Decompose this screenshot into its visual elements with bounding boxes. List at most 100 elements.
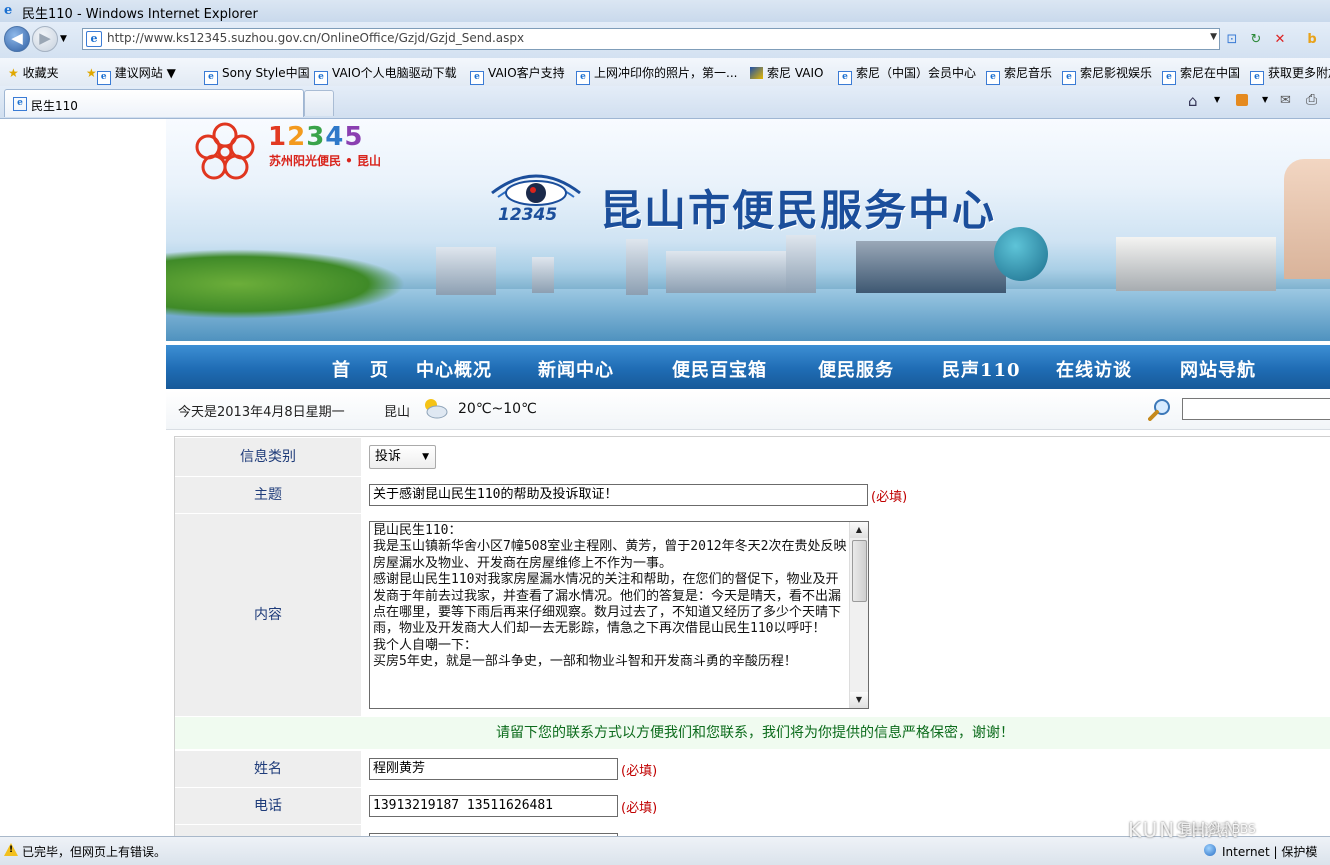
ie-page-icon: e	[13, 97, 27, 111]
read-mail-icon[interactable]: ✉	[1280, 93, 1291, 108]
fav-link[interactable]: e 索尼音乐	[986, 64, 1052, 85]
home-icon[interactable]: ⌂	[1188, 92, 1198, 110]
form-row-name: 姓名 程刚黄芳 (必填)	[175, 750, 1330, 787]
category-select[interactable]: 投诉 ▼	[369, 445, 436, 469]
date-text: 今天是2013年4月8日星期一	[178, 405, 345, 420]
feeds-icon[interactable]	[1236, 94, 1248, 106]
content-textarea[interactable]: 昆山民生110： 我是玉山镇新华舍小区7幢508室业主程刚、黄芳，曾于2012年…	[369, 521, 869, 709]
nav-minsheng110[interactable]: 民声110	[942, 356, 1021, 382]
info-bar: 今天是2013年4月8日星期一 昆山 20℃~10℃	[166, 391, 1330, 430]
ie-page-icon: e	[986, 71, 1000, 85]
category-label: 信息类别	[175, 438, 362, 476]
logo-number: 12345	[268, 122, 364, 152]
suggested-sites[interactable]: ★ e 建议网站 ▼	[86, 64, 176, 85]
fav-link[interactable]: e获取更多附加	[1250, 64, 1330, 85]
nav-sitemap[interactable]: 网站导航	[1180, 356, 1256, 382]
title-bar: e 民生110 - Windows Internet Explorer	[0, 0, 1330, 23]
scroll-up-icon[interactable]: ▲	[850, 522, 868, 538]
tab-active[interactable]: e 民生110	[4, 89, 304, 117]
stop-icon[interactable]: ✕	[1270, 30, 1290, 50]
fav-link[interactable]: e 索尼在中国	[1162, 64, 1240, 85]
logo-subtitle: 苏州阳光便民 • 昆山	[269, 154, 382, 168]
refresh-icon[interactable]: ↻	[1246, 30, 1266, 50]
privacy-notice: 请留下您的联系方式以方便我们和您联系，我们将为你提供的信息严格保密，谢谢！	[175, 717, 1330, 749]
subject-label: 主题	[175, 477, 362, 513]
banner-trees	[166, 249, 406, 319]
complaint-form: 信息类别 投诉 ▼ 主题 关于感谢昆山民生110的帮助及投诉取证！ (必填) 内容…	[174, 436, 1330, 836]
favorites-bar: ★ 收藏夹 ★ e 建议网站 ▼ e Sony Style中国 e VAIO个人电脑驱动…	[0, 58, 1330, 87]
name-required: (必填)	[621, 764, 658, 779]
forward-button[interactable]: ▶	[32, 26, 58, 52]
banner-building	[666, 251, 786, 293]
address-row: ◀ ▶ ▼ e http://www.ks12345.suzhou.gov.cn…	[0, 22, 1330, 58]
site-banner: 12345 苏州阳光便民 • 昆山 12345 昆山市便民服务中心	[166, 119, 1330, 341]
ie-page-icon: e	[314, 71, 328, 85]
site-search-input[interactable]	[1182, 398, 1330, 420]
search-provider-icon[interactable]: b	[1302, 30, 1322, 50]
fav-link[interactable]: 索尼 VAIO	[750, 64, 823, 81]
url-text: http://www.ks12345.suzhou.gov.cn/OnlineO…	[107, 31, 525, 45]
nav-services[interactable]: 便民服务	[818, 356, 894, 382]
content-text: 昆山民生110： 我是玉山镇新华舍小区7幢508室业主程刚、黄芳，曾于2012年…	[373, 523, 847, 670]
star-icon: ★	[8, 66, 19, 80]
fav-link[interactable]: e 索尼（中国）会员中心	[838, 64, 976, 85]
fav-link[interactable]: e 上网冲印你的照片，第一...	[576, 64, 737, 85]
textarea-scrollbar[interactable]: ▲ ▼	[849, 522, 868, 708]
add-favorite-icon: ★	[86, 66, 97, 80]
back-button[interactable]: ◀	[4, 26, 30, 52]
nav-interview[interactable]: 在线访谈	[1056, 356, 1132, 382]
ie-page-icon: e	[96, 71, 111, 85]
subject-input[interactable]: 关于感谢昆山民生110的帮助及投诉取证！	[369, 484, 868, 506]
nav-toolbox[interactable]: 便民百宝箱	[672, 356, 767, 382]
page-icon: e	[86, 31, 102, 47]
fav-link[interactable]: e VAIO客户支持	[470, 64, 565, 85]
nav-news[interactable]: 新闻中心	[538, 356, 614, 382]
tab-label: 民生110	[31, 99, 78, 113]
fav-link[interactable]: e Sony Style中国	[204, 64, 310, 85]
fav-link[interactable]: e 索尼影视娱乐	[1062, 64, 1152, 85]
new-tab-button[interactable]	[304, 90, 334, 116]
temperature-text: 20℃~10℃	[458, 401, 537, 417]
phone-input[interactable]: 13913219187 13511626481	[369, 795, 618, 817]
compatibility-icon[interactable]: ⊡	[1222, 30, 1242, 50]
nav-home[interactable]: 首 页	[332, 356, 389, 382]
zone-text: Internet | 保护模	[1222, 845, 1318, 859]
phone-label: 电话	[175, 788, 362, 824]
home-dropdown-icon[interactable]: ▼	[1214, 95, 1220, 104]
banner-dome	[994, 227, 1048, 281]
scroll-down-icon[interactable]: ▼	[850, 692, 868, 708]
banner-building	[436, 247, 496, 295]
scroll-thumb[interactable]	[852, 540, 867, 602]
watermark-small: 昆山论坛 BBS	[1180, 822, 1256, 836]
ie-page-icon: e	[1062, 71, 1076, 85]
search-icon[interactable]	[1148, 397, 1172, 421]
banner-building	[856, 241, 1006, 293]
form-row-content: 内容 昆山民生110： 我是玉山镇新华舍小区7幢508室业主程刚、黄芳，曾于20…	[175, 513, 1330, 716]
subject-required: (必填)	[871, 490, 908, 505]
form-row-category: 信息类别 投诉 ▼	[175, 437, 1330, 476]
form-row-subject: 主题 关于感谢昆山民生110的帮助及投诉取证！ (必填)	[175, 476, 1330, 513]
nav-about[interactable]: 中心概况	[416, 356, 492, 382]
phone-required: (必填)	[621, 801, 658, 816]
history-dropdown-icon[interactable]: ▼	[60, 34, 67, 44]
print-icon[interactable]: ⎙	[1306, 92, 1317, 108]
favorites-button[interactable]: ★ 收藏夹	[8, 64, 59, 81]
address-dropdown-icon[interactable]: ▼	[1210, 32, 1217, 42]
ie-page-icon: e	[1162, 71, 1176, 85]
feeds-dropdown-icon[interactable]: ▼	[1262, 95, 1268, 104]
banner-building	[532, 257, 554, 293]
eye-logo: 12345	[488, 163, 584, 233]
ie-page-icon: e	[470, 71, 484, 85]
address-field[interactable]: e http://www.ks12345.suzhou.gov.cn/Onlin…	[82, 28, 1220, 50]
name-input[interactable]: 程刚黄芳	[369, 758, 618, 780]
ie-page-icon: e	[1250, 71, 1264, 85]
vaio-icon	[750, 67, 763, 79]
ie-page-icon: e	[576, 71, 590, 85]
ie-logo-icon: e	[4, 3, 13, 18]
status-message: 已完毕，但网页上有错误。	[22, 845, 167, 859]
ie-page-icon: e	[838, 71, 852, 85]
weather-cloudy-icon	[425, 399, 448, 419]
flower-logo-icon	[195, 122, 255, 180]
name-label: 姓名	[175, 751, 362, 787]
fav-link[interactable]: e VAIO个人电脑驱动下载	[314, 64, 457, 85]
